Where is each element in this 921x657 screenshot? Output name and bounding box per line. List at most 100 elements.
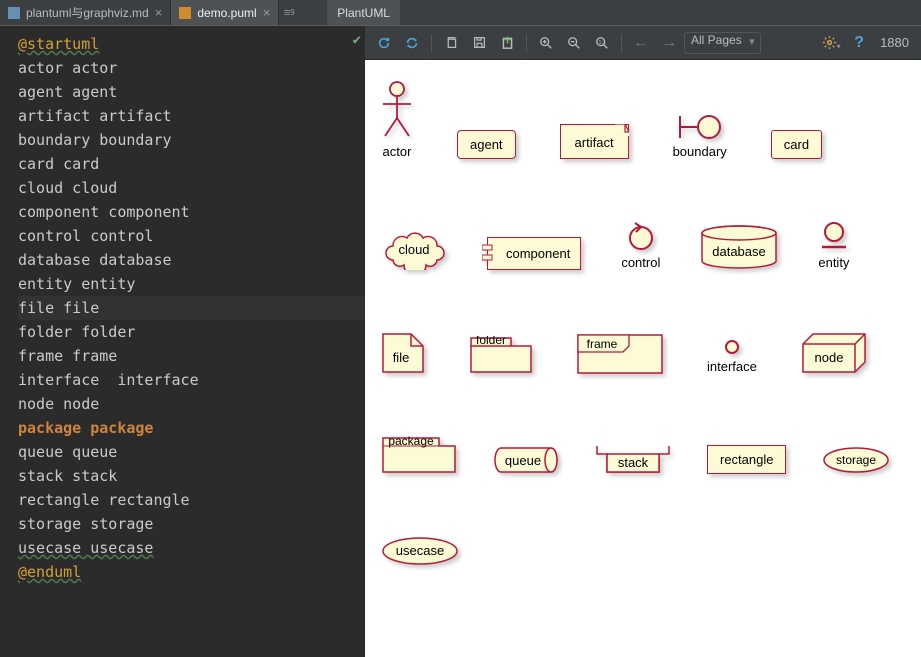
database-icon: database (700, 224, 778, 270)
page-select-label: All Pages (691, 33, 742, 47)
next-page-icon[interactable]: → (656, 30, 682, 56)
shape-label: usecase (396, 543, 444, 558)
code-line: artifact artifact (18, 104, 365, 128)
shape-node: node (801, 332, 867, 374)
copy-icon[interactable] (438, 30, 464, 56)
shape-queue: queue (493, 446, 559, 474)
shape-label: frame (587, 337, 618, 351)
shape-actor: actor (381, 80, 413, 159)
shape-label: node (814, 350, 843, 365)
page-select[interactable]: All Pages (684, 32, 761, 54)
svg-text:1:1: 1:1 (599, 39, 606, 45)
node-icon: node (801, 332, 867, 374)
code-line: storage storage (18, 512, 365, 536)
shape-label: cloud (398, 242, 429, 257)
code-line: database database (18, 248, 365, 272)
export-icon[interactable] (494, 30, 520, 56)
storage-icon: storage (822, 446, 890, 474)
shape-component: component (487, 237, 581, 270)
shape-label: folder (476, 336, 506, 347)
code-line: @startuml (18, 32, 365, 56)
code-editor[interactable]: ✔ @startuml actor actor agent agent arti… (0, 26, 365, 657)
file-icon: file (381, 332, 425, 374)
stack-icon: stack (595, 444, 671, 474)
cloud-icon: cloud (381, 228, 447, 270)
shape-label: actor (383, 144, 412, 159)
shape-label: stack (618, 455, 649, 470)
settings-icon[interactable]: ▾ (818, 30, 844, 56)
boundary-icon (677, 114, 723, 140)
code-line: stack stack (18, 464, 365, 488)
shape-card: card (771, 130, 822, 159)
entity-icon (820, 221, 848, 251)
shape-label: entity (818, 255, 849, 270)
shape-folder: folder (469, 336, 533, 374)
auto-refresh-icon[interactable] (399, 30, 425, 56)
code-line: queue queue (18, 440, 365, 464)
package-icon: package (381, 436, 457, 474)
help-icon[interactable]: ? (846, 30, 872, 56)
inspection-ok-icon: ✔ (353, 28, 361, 52)
code-line: card card (18, 152, 365, 176)
tab-bar: plantuml与graphviz.md × demo.puml × ≡9 Pl… (0, 0, 921, 26)
code-line: package package (18, 416, 365, 440)
zoom-in-icon[interactable] (533, 30, 559, 56)
puml-icon (179, 7, 191, 19)
shape-label: card (784, 137, 809, 152)
code-line: interface interface (18, 368, 365, 392)
code-line: agent agent (18, 80, 365, 104)
shape-label: component (506, 246, 570, 261)
shape-usecase: usecase (381, 536, 459, 566)
shape-label: storage (836, 453, 876, 467)
shape-label: file (393, 350, 410, 365)
refresh-icon[interactable] (371, 30, 397, 56)
shape-artifact: artifact (560, 124, 629, 159)
shape-package: package (381, 436, 457, 474)
shape-database: database (700, 224, 778, 270)
save-icon[interactable] (466, 30, 492, 56)
shape-label: queue (505, 453, 541, 468)
tab-options-icon[interactable]: ≡9 (279, 0, 299, 25)
shape-frame: frame (577, 334, 663, 374)
diagram-canvas[interactable]: actor agent artifact (365, 60, 921, 657)
shape-label: control (621, 255, 660, 270)
plantuml-panel-tab[interactable]: PlantUML (327, 0, 400, 25)
frame-icon: frame (577, 334, 663, 374)
shape-label: interface (707, 359, 757, 374)
shape-label: artifact (575, 135, 614, 150)
close-icon[interactable]: × (155, 5, 163, 20)
code-line: boundary boundary (18, 128, 365, 152)
shape-entity: entity (818, 221, 849, 270)
code-line: rectangle rectangle (18, 488, 365, 512)
shape-boundary: boundary (673, 114, 727, 159)
code-line: entity entity (18, 272, 365, 296)
shape-rectangle: rectangle (707, 445, 786, 474)
code-line: control control (18, 224, 365, 248)
markdown-icon (8, 7, 20, 19)
preview-pane: 1:1 ← → All Pages ▾ ? 1880 (365, 26, 921, 657)
tab-plantuml-graphviz-md[interactable]: plantuml与graphviz.md × (0, 0, 171, 25)
tab-label: plantuml与graphviz.md (26, 4, 149, 21)
shape-label: boundary (673, 144, 727, 159)
shape-cloud: cloud (381, 228, 447, 270)
code-line: folder folder (18, 320, 365, 344)
code-line: usecase usecase (18, 536, 365, 560)
shape-label: rectangle (720, 452, 773, 467)
shape-file: file (381, 332, 425, 374)
close-icon[interactable]: × (263, 5, 271, 20)
preview-toolbar: 1:1 ← → All Pages ▾ ? 1880 (365, 26, 921, 60)
zoom-out-icon[interactable] (561, 30, 587, 56)
tab-label: demo.puml (197, 6, 256, 20)
zoom-actual-icon[interactable]: 1:1 (589, 30, 615, 56)
control-icon (626, 221, 656, 251)
shape-agent: agent (457, 130, 516, 159)
shape-label: agent (457, 130, 516, 159)
code-line: frame frame (18, 344, 365, 368)
folder-icon: folder (469, 336, 533, 374)
zoom-value: 1880 (874, 35, 915, 50)
prev-page-icon[interactable]: ← (628, 30, 654, 56)
tab-demo-puml[interactable]: demo.puml × (171, 0, 279, 25)
code-line: cloud cloud (18, 176, 365, 200)
shape-stack: stack (595, 444, 671, 474)
shape-control: control (621, 221, 660, 270)
